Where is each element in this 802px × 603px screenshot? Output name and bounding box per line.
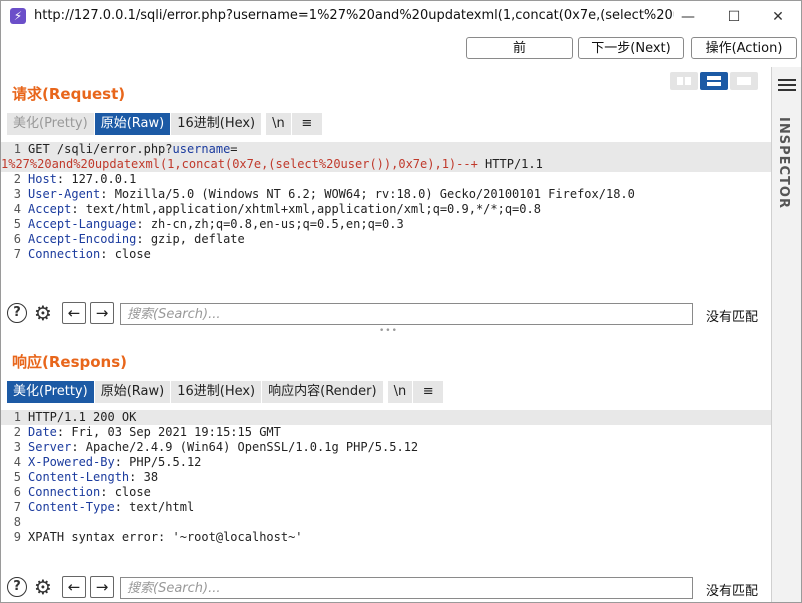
response-newline-toggle[interactable]: \n	[387, 381, 413, 403]
request-title: 请求(Request)	[12, 85, 126, 103]
search-prev-button[interactable]: ←	[62, 302, 86, 324]
response-search-bar: ? ⚙ ← → 没有匹配	[1, 573, 771, 602]
response-menu-icon[interactable]: ≡	[413, 381, 444, 403]
response-search-field[interactable]	[120, 577, 693, 599]
response-tabs: 美化(Pretty) 原始(Raw) 16进制(Hex) 响应内容(Render) \n…	[7, 381, 444, 403]
request-line: 4 Accept: text/html,application/xhtml+xml…	[13, 202, 541, 216]
layout-single-button[interactable]	[730, 72, 758, 90]
settings-icon[interactable]: ⚙	[33, 577, 53, 597]
top-toolbar: 前 下一步(Next) 操作(Action)	[1, 33, 801, 67]
response-line: 4 X-Powered-By: PHP/5.5.12	[13, 455, 202, 469]
minimize-button[interactable]: —	[665, 1, 711, 33]
request-line: 6 Accept-Encoding: gzip, deflate	[13, 232, 245, 246]
request-menu-icon[interactable]: ≡	[291, 113, 322, 135]
response-title: 响应(Respons)	[12, 353, 128, 371]
request-tabs: 美化(Pretty) 原始(Raw) 16进制(Hex) \n ≡	[7, 113, 323, 135]
request-line: 1%27%20and%20updatexml(1,concat(0x7e,(se…	[1, 157, 771, 172]
request-search-input[interactable]	[121, 304, 693, 324]
request-line: 3 User-Agent: Mozilla/5.0 (Windows NT 6.2…	[13, 187, 635, 201]
request-line: 2 Host: 127.0.0.1	[13, 172, 137, 186]
response-line: 1 HTTP/1.1 200 OK	[1, 410, 771, 425]
response-search-input[interactable]	[121, 578, 693, 598]
request-newline-toggle[interactable]: \n	[266, 113, 291, 135]
response-match-status: 没有匹配	[706, 584, 759, 599]
response-line: 3 Server: Apache/2.4.9 (Win64) OpenSSL/1.…	[13, 440, 419, 454]
response-tab-pretty[interactable]: 美化(Pretty)	[7, 381, 94, 403]
response-line: 9 XPATH syntax error: '~root@localhost~'	[13, 530, 303, 544]
request-tab-raw[interactable]: 原始(Raw)	[94, 113, 171, 135]
window-title: http://127.0.0.1/sqli/error.php?username…	[34, 8, 674, 23]
prev-button[interactable]: 前	[466, 37, 573, 59]
response-tab-raw[interactable]: 原始(Raw)	[94, 381, 171, 403]
help-icon[interactable]: ?	[7, 303, 27, 323]
search-next-button[interactable]: →	[90, 302, 114, 324]
request-editor[interactable]: 1 GET /sqli/error.php?username= 1%27%20an…	[1, 142, 771, 262]
request-tab-pretty[interactable]: 美化(Pretty)	[7, 113, 94, 135]
inspector-panel[interactable]: INSPECTOR	[771, 67, 801, 602]
response-line: 8	[13, 515, 21, 529]
response-line: 6 Connection: close	[13, 485, 151, 499]
response-line: 7 Content-Type: text/html	[13, 500, 195, 514]
request-match-status: 没有匹配	[706, 310, 759, 325]
response-tab-render[interactable]: 响应内容(Render)	[262, 381, 383, 403]
close-button[interactable]: ✕	[755, 1, 801, 33]
search-prev-button[interactable]: ←	[62, 576, 86, 598]
layout-side-by-side-button[interactable]	[670, 72, 698, 90]
response-tab-hex[interactable]: 16进制(Hex)	[171, 381, 262, 403]
request-search-bar: ? ⚙ ← → 没有匹配	[1, 299, 771, 329]
request-line: 5 Accept-Language: zh-cn,zh;q=0.8,en-us;q…	[13, 217, 404, 231]
settings-icon[interactable]: ⚙	[33, 303, 53, 323]
search-next-button[interactable]: →	[90, 576, 114, 598]
request-line: 7 Connection: close	[13, 247, 151, 261]
help-icon[interactable]: ?	[7, 577, 27, 597]
layout-stacked-button[interactable]	[700, 72, 728, 90]
inspector-menu-icon[interactable]	[778, 79, 796, 93]
inspector-label[interactable]: INSPECTOR	[776, 117, 791, 209]
maximize-button[interactable]: ☐	[711, 1, 757, 33]
pane-splitter-handle[interactable]: •••	[379, 327, 397, 336]
response-line: 5 Content-Length: 38	[13, 470, 159, 484]
app-lightning-icon: ⚡	[10, 8, 26, 24]
response-editor[interactable]: 1 HTTP/1.1 200 OK 2 Date: Fri, 03 Sep 2021…	[1, 410, 771, 545]
title-bar: ⚡ http://127.0.0.1/sqli/error.php?userna…	[1, 1, 801, 33]
request-search-field[interactable]	[120, 303, 693, 325]
request-tab-hex[interactable]: 16进制(Hex)	[171, 113, 262, 135]
layout-switcher	[670, 72, 758, 92]
main-panel: 请求(Request) 美化(Pretty) 原始(Raw) 16进制(Hex) \n…	[1, 67, 771, 602]
request-line: 1 GET /sqli/error.php?username=	[1, 142, 771, 157]
app-window: ⚡ http://127.0.0.1/sqli/error.php?userna…	[0, 0, 802, 603]
action-button[interactable]: 操作(Action)	[691, 37, 797, 59]
next-button[interactable]: 下一步(Next)	[578, 37, 684, 59]
response-line: 2 Date: Fri, 03 Sep 2021 19:15:15 GMT	[13, 425, 281, 439]
